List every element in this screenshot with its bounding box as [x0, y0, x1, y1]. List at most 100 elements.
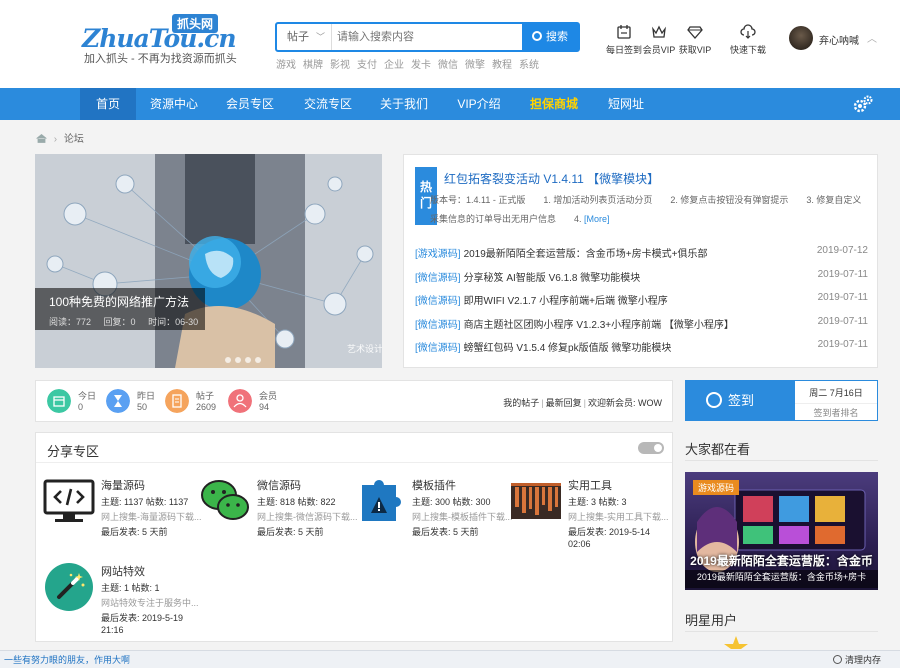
forum-intro: 网上搜集-微信源码下载... [257, 512, 358, 522]
hot-word-link[interactable]: 游戏 [276, 60, 296, 71]
forum-stats-text: 主题: 3 帖数: 3 [568, 497, 627, 507]
stat-label: 会员 [259, 391, 278, 401]
slider-dot[interactable] [225, 357, 231, 363]
watch-card[interactable]: 游戏源码 2019最新陌陌全套运营版：含金币 2019最新陌陌全套运营版：含金币… [685, 472, 878, 590]
list-item-category[interactable]: [微信源码] [415, 273, 461, 284]
slide-caption[interactable]: 100种免费的网络推广方法 阅读：772 回复：0 时间：06-30 [35, 288, 205, 330]
list-item-title[interactable]: 商店主题社区团购小程序 V1.2.3+小程序前端 【微擎小程序】 [464, 320, 734, 331]
search-type-select[interactable]: 帖子 ﹀ [277, 24, 332, 50]
quick-link-download[interactable]: 快速下载 [728, 24, 768, 56]
forum-name[interactable]: 网站特效 [101, 563, 145, 579]
featured-slider[interactable]: 100种免费的网络推广方法 阅读：772 回复：0 时间：06-30 艺术设计&… [35, 154, 382, 368]
hot-word-link[interactable]: 棋牌 [303, 60, 323, 71]
hot-word-link[interactable]: 支付 [357, 60, 377, 71]
signin-button-label: 签到 [728, 393, 755, 408]
list-item-category[interactable]: [微信源码] [415, 320, 461, 331]
list-item[interactable]: [微信源码] 即用WIFI V2.1.7 小程序前端+后端 微擎小程序 2019-0… [415, 292, 868, 316]
slider-dot[interactable] [255, 357, 261, 363]
stat-value: 50 [137, 402, 148, 412]
clean-memory-button[interactable]: 清理内存 [833, 653, 881, 666]
collapse-toggle[interactable] [638, 442, 664, 454]
list-item-category[interactable]: [游戏源码] [415, 249, 461, 260]
calendar-icon [617, 25, 631, 39]
forum-name[interactable]: 模板插件 [412, 477, 456, 493]
gear-icon[interactable] [852, 94, 874, 114]
slider-dot[interactable] [245, 357, 251, 363]
site-logo[interactable]: ZhuaTou.cn 抓头网 加入抓头 - 不再为找资源而抓头 [82, 14, 237, 65]
list-item[interactable]: [微信源码] 商店主题社区团购小程序 V1.2.3+小程序前端 【微擎小程序】 20… [415, 316, 868, 340]
hot-word-link[interactable]: 教程 [492, 60, 512, 71]
quick-link-get-vip[interactable]: 获取VIP [675, 24, 715, 56]
welcome-member-link[interactable]: 欢迎新会员: WOW [588, 398, 662, 408]
home-icon[interactable] [36, 134, 47, 143]
list-item-title[interactable]: 即用WIFI V2.1.7 小程序前端+后端 微擎小程序 [464, 296, 668, 307]
signin-rank-link[interactable]: 签到者排名 [795, 403, 877, 419]
forum-last-post[interactable]: 最后发表: 2019-5-14 [568, 525, 650, 538]
breadcrumb-separator: › [53, 134, 58, 145]
quick-link-vip[interactable]: 会员VIP [639, 24, 679, 56]
forum-item[interactable]: 网站特效 主题: 1 帖数: 1 网站特效专注于服务中... 最后发表: 201… [43, 563, 203, 643]
forum-last-post[interactable]: 最后发表: 5 天前 [101, 525, 168, 538]
forum-item[interactable]: 微信源码 主题: 818 帖数: 822 网上搜集-微信源码下载... 最后发表… [199, 477, 359, 557]
watch-badge: 游戏源码 [693, 480, 740, 495]
list-item-category[interactable]: [微信源码] [415, 343, 461, 354]
chevron-down-icon: ﹀ [315, 32, 325, 42]
nav-item-shop[interactable]: 担保商城 [520, 88, 588, 120]
list-item-title[interactable]: 螃蟹红包码 V1.5.4 修复pk版值版 微擎功能模块 [464, 343, 672, 354]
more-link[interactable]: [More] [584, 214, 610, 224]
slide-meta: 阅读：772 回复：0 时间：06-30 [49, 315, 198, 328]
forum-last-post[interactable]: 最后发表: 5 天前 [412, 525, 479, 538]
hot-word-link[interactable]: 系统 [519, 60, 539, 71]
forum-name[interactable]: 海量源码 [101, 477, 145, 493]
nav-item-exchange[interactable]: 交流专区 [294, 88, 362, 120]
avatar[interactable] [789, 26, 813, 50]
forum-item[interactable]: 实用工具 主题: 3 帖数: 3 网上搜集-实用工具下载... 最后发表: 20… [510, 477, 670, 557]
list-item[interactable]: [微信源码] 螃蟹红包码 V1.5.4 修复pk版值版 微擎功能模块 2019-07… [415, 339, 868, 363]
nav-item-about[interactable]: 关于我们 [370, 88, 438, 120]
signin-button[interactable]: 签到 [686, 381, 795, 420]
forum-item[interactable]: 海量源码 主题: 1137 帖数: 1137 网上搜集-海量源码下载... 最后… [43, 477, 203, 557]
code-monitor-icon [43, 479, 95, 522]
nav-item-home[interactable]: 首页 [80, 88, 136, 120]
diamond-icon [687, 26, 703, 39]
hot-list: [游戏源码] 2019最新陌陌全套运营版：含金币场+房卡模式+俱乐部 2019-07… [415, 245, 868, 363]
nav-item-short-url[interactable]: 短网址 [596, 88, 656, 120]
stat-label: 今日 [78, 391, 97, 401]
stats-links: 我的帖子 | 最新回复 | 欢迎新会员: WOW [503, 396, 662, 409]
list-item-title[interactable]: 2019最新陌陌全套运营版：含金币场+房卡模式+俱乐部 [464, 249, 708, 260]
list-item[interactable]: [微信源码] 分享秘笈 AI智能版 V6.1.8 微擎功能模块 2019-07-11 [415, 269, 868, 293]
nav-item-vip[interactable]: VIP介绍 [447, 88, 511, 120]
latest-replies-link[interactable]: 最新回复 [546, 398, 582, 408]
forum-last-post[interactable]: 最后发表: 5 天前 [257, 525, 324, 538]
forum-last-post[interactable]: 最后发表: 2019-5-19 [101, 611, 183, 624]
forum-name[interactable]: 实用工具 [568, 477, 612, 493]
forum-name[interactable]: 微信源码 [257, 477, 301, 493]
list-item-title[interactable]: 分享秘笈 AI智能版 V6.1.8 微擎功能模块 [464, 273, 641, 284]
hot-word-link[interactable]: 微擎 [465, 60, 485, 71]
my-posts-link[interactable]: 我的帖子 [503, 398, 539, 408]
slider-dot[interactable] [235, 357, 241, 363]
nav-item-resources[interactable]: 资源中心 [140, 88, 208, 120]
separator: | [541, 398, 544, 408]
quick-link-label: 获取VIP [678, 45, 712, 55]
wechat-icon [201, 480, 249, 520]
nav-item-members[interactable]: 会员专区 [216, 88, 284, 120]
search-input[interactable] [337, 27, 517, 47]
hot-word-link[interactable]: 发卡 [411, 60, 431, 71]
quick-link-signin[interactable]: 每日签到 [604, 24, 644, 56]
hot-word-link[interactable]: 影视 [330, 60, 350, 71]
forum-item[interactable]: 模板插件 主题: 300 帖数: 300 网上搜集-模板插件下载... 最后发表… [354, 477, 514, 557]
stat-label: 昨日 [137, 391, 156, 401]
hot-word-link[interactable]: 企业 [384, 60, 404, 71]
forum-stats-text: 主题: 1137 帖数: 1137 [101, 497, 189, 507]
breadcrumb-current[interactable]: 论坛 [64, 134, 84, 145]
forum-intro: 网上搜集-海量源码下载... [101, 512, 202, 522]
search-box: 帖子 ﹀ 搜索 [275, 22, 580, 52]
hot-word-link[interactable]: 微信 [438, 60, 458, 71]
list-item-category[interactable]: [微信源码] [415, 296, 461, 307]
hot-title[interactable]: 红包拓客裂变活动 V1.4.11 【微擎模块】 [444, 170, 659, 187]
list-item[interactable]: [游戏源码] 2019最新陌陌全套运营版：含金币场+房卡模式+俱乐部 2019-07… [415, 245, 868, 269]
search-button[interactable]: 搜索 [522, 24, 578, 50]
hot-panel: 热门 红包拓客裂变活动 V1.4.11 【微擎模块】 版本号：1.4.11 - … [403, 154, 878, 368]
watch-title: 大家都在看 [685, 442, 751, 457]
